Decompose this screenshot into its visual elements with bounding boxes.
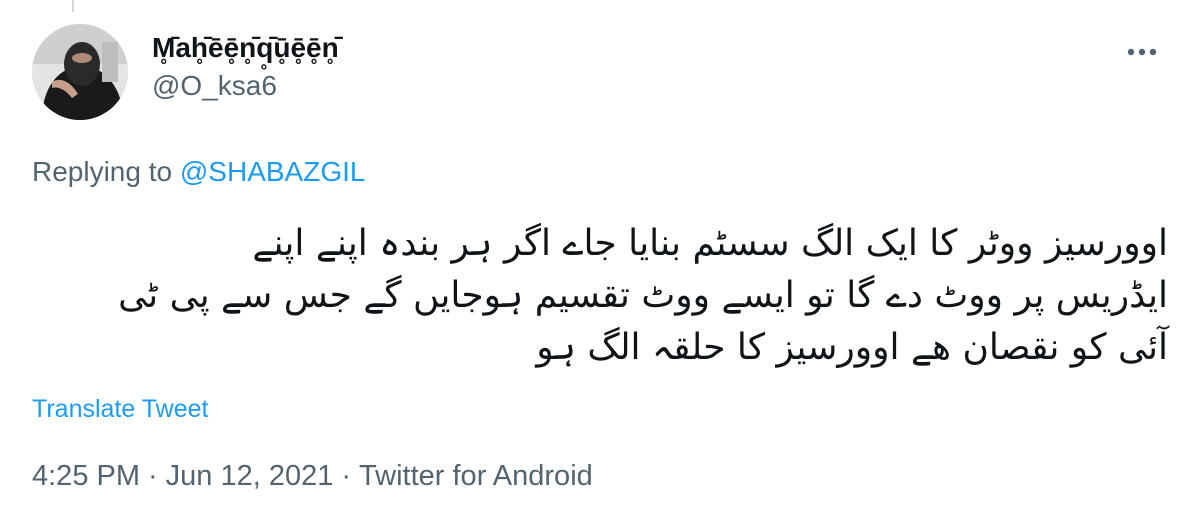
- replying-to: Replying to @SHABAZGIL: [32, 154, 365, 190]
- tweet-text: اوورسیز ووٹر کا ایک الگ سسٹم بنایا جاے ا…: [118, 223, 1168, 368]
- tweet-time[interactable]: 4:25 PM: [32, 460, 140, 492]
- display-name[interactable]: M̥̄ah̥̄ēē̥n̥̄q̥̄ū̥ē̥ē̥n̥̄: [152, 30, 339, 66]
- tweet-metadata: 4:25 PM · Jun 12, 2021 · Twitter for Android: [32, 458, 593, 494]
- avatar-image: [32, 24, 128, 120]
- separator: ·: [148, 460, 158, 492]
- separator: ·: [341, 460, 352, 492]
- more-options-button[interactable]: [1120, 30, 1164, 74]
- avatar[interactable]: [32, 24, 128, 120]
- replying-to-link[interactable]: @SHABAZGIL: [180, 156, 366, 187]
- replying-to-label: Replying to: [32, 156, 173, 187]
- tweet-date[interactable]: Jun 12, 2021: [166, 460, 334, 492]
- user-header: M̥̄ah̥̄ēē̥n̥̄q̥̄ū̥ē̥ē̥n̥̄ @O_ksa6: [152, 30, 339, 104]
- tweet-source[interactable]: Twitter for Android: [359, 460, 593, 492]
- thread-connector-line: [72, 0, 74, 12]
- translate-tweet-link[interactable]: Translate Tweet: [32, 392, 208, 426]
- more-horizontal-icon: [1127, 48, 1157, 56]
- user-handle[interactable]: @O_ksa6: [152, 68, 339, 104]
